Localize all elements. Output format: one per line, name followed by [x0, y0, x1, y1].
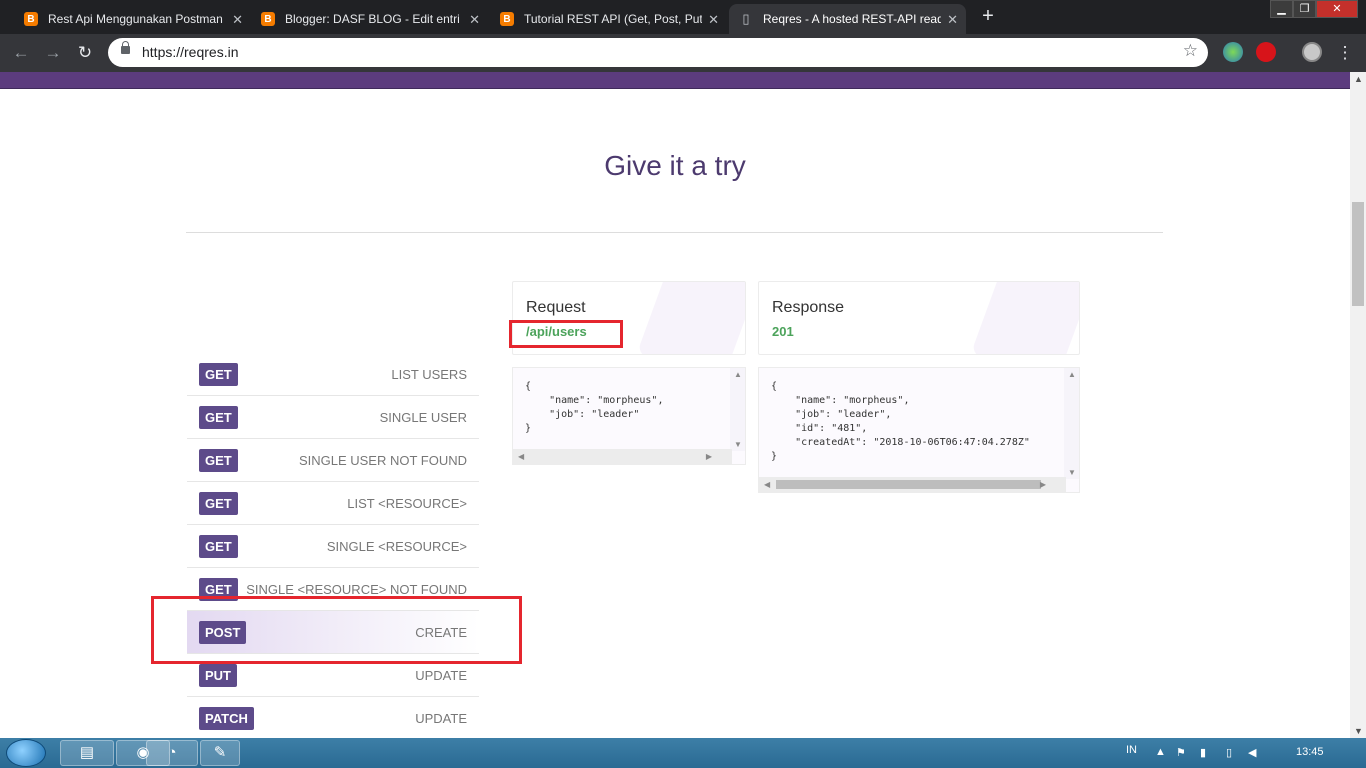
method-badge: PATCH [199, 707, 254, 730]
request-vscroll[interactable]: ▲ ▼ [730, 368, 745, 451]
close-tab-icon[interactable]: ✕ [708, 12, 719, 28]
blogger-icon: B [24, 12, 38, 26]
scroll-right-arrow-icon[interactable]: ▶ [1040, 480, 1046, 489]
extension-red-icon[interactable] [1256, 42, 1276, 62]
browser-tab[interactable]: B Blogger: DASF BLOG - Edit entri ✕ [251, 4, 488, 34]
card-decoration [970, 282, 1079, 354]
back-icon[interactable]: ← [10, 42, 32, 64]
response-body[interactable]: { "name": "morpheus", "job": "leader", "… [758, 367, 1080, 493]
request-title: Request [526, 299, 586, 316]
browser-tab[interactable]: B Tutorial REST API (Get, Post, Put, ✕ [490, 4, 727, 34]
page-scrollbar[interactable]: ▲ ▼ [1350, 72, 1366, 738]
highlight-box-request-path [509, 320, 623, 348]
endpoint-label: SINGLE USER NOT FOUND [298, 453, 467, 468]
start-button[interactable] [6, 739, 46, 767]
method-badge: GET [199, 535, 238, 558]
endpoint-single-resource[interactable]: GET SINGLE <RESOURCE> [187, 525, 479, 568]
scroll-up-arrow-icon[interactable]: ▲ [1354, 74, 1363, 84]
blogger-icon: B [500, 12, 514, 26]
paint-icon[interactable]: ✎ [200, 740, 240, 766]
tab-title: Reqres - A hosted REST-API ready [763, 12, 941, 26]
response-vscroll[interactable]: ▲ ▼ [1064, 368, 1079, 479]
scroll-left-arrow-icon[interactable]: ◀ [764, 480, 770, 489]
endpoint-label: LIST USERS [391, 367, 467, 382]
highlight-box-create [151, 596, 522, 664]
response-card: Response 201 [758, 281, 1080, 355]
card-decoration [636, 282, 745, 354]
windows-taskbar: ▤ ◉ ◔ ✎ IN ▲ ⚑ ▮ ▯ ◀ 13:45 [0, 738, 1366, 768]
battery-icon[interactable]: ▯ [1226, 746, 1232, 759]
hscroll-thumb[interactable] [776, 480, 1041, 489]
endpoint-label: SINGLE <RESOURCE> NOT FOUND [246, 582, 467, 597]
tab-title: Blogger: DASF BLOG - Edit entri [285, 12, 460, 26]
volume-muted-icon[interactable]: ◀ [1248, 746, 1256, 759]
endpoint-label: UPDATE [415, 711, 467, 726]
url-text: https://reqres.in [142, 44, 239, 60]
profile-avatar[interactable] [1302, 42, 1322, 62]
lock-icon [121, 41, 130, 54]
document-icon: ▯ [742, 11, 750, 26]
method-badge: PUT [199, 664, 237, 687]
response-status: 201 [772, 324, 794, 339]
extension-globe-icon[interactable] [1223, 42, 1243, 62]
network-error-icon[interactable]: ⚑ [1176, 746, 1186, 759]
blogger-icon: B [261, 12, 275, 26]
endpoint-label: UPDATE [415, 668, 467, 683]
method-badge: GET [199, 492, 238, 515]
browser-toolbar: ← → ↻ https://reqres.in ☆ ⋮ [0, 34, 1366, 72]
request-body[interactable]: { "name": "morpheus", "job": "leader" } … [512, 367, 746, 465]
scroll-right-arrow-icon[interactable]: ▶ [706, 452, 712, 461]
scroll-down-arrow-icon[interactable]: ▼ [1068, 468, 1076, 477]
scroll-left-arrow-icon[interactable]: ◀ [518, 452, 524, 461]
bookmark-star-icon[interactable]: ☆ [1183, 41, 1198, 61]
response-json: { "name": "morpheus", "job": "leader", "… [771, 381, 1030, 462]
request-hscroll[interactable]: ◀ ▶ [513, 449, 732, 464]
show-hidden-icons[interactable]: ▲ [1155, 746, 1166, 758]
menu-kebab-icon[interactable]: ⋮ [1334, 42, 1356, 64]
method-badge: GET [199, 449, 238, 472]
endpoint-list-resource[interactable]: GET LIST <RESOURCE> [187, 482, 479, 525]
forward-icon[interactable]: → [42, 42, 64, 64]
endpoint-label: LIST <RESOURCE> [347, 496, 467, 511]
tab-strip: B Rest Api Menggunakan Postman ✕ B Blogg… [0, 0, 1366, 34]
scroll-up-arrow-icon[interactable]: ▲ [734, 370, 742, 379]
close-window-button[interactable]: ✕ [1316, 0, 1358, 18]
postman-icon[interactable]: ◔ [146, 740, 198, 766]
address-bar[interactable]: https://reqres.in ☆ [108, 38, 1208, 67]
language-indicator[interactable]: IN [1126, 744, 1137, 756]
tab-title: Rest Api Menggunakan Postman [48, 12, 223, 26]
signal-icon[interactable]: ▮ [1200, 746, 1206, 759]
site-header-strip [0, 72, 1350, 89]
scroll-up-arrow-icon[interactable]: ▲ [1068, 370, 1076, 379]
endpoint-list-users[interactable]: GET LIST USERS [187, 353, 479, 396]
new-tab-button[interactable]: + [977, 6, 999, 28]
restore-button[interactable]: ❐ [1293, 0, 1316, 18]
response-hscroll[interactable]: ◀ ▶ [759, 477, 1066, 492]
file-explorer-icon[interactable]: ▤ [60, 740, 114, 766]
method-badge: GET [199, 363, 238, 386]
browser-tab-active[interactable]: ▯ Reqres - A hosted REST-API ready ✕ [729, 4, 966, 34]
request-json: { "name": "morpheus", "job": "leader" } [525, 381, 664, 434]
scroll-down-arrow-icon[interactable]: ▼ [734, 440, 742, 449]
endpoint-update-patch[interactable]: PATCH UPDATE [187, 697, 479, 740]
scroll-down-arrow-icon[interactable]: ▼ [1354, 726, 1363, 736]
method-badge: GET [199, 406, 238, 429]
close-tab-icon[interactable]: ✕ [232, 12, 243, 28]
divider [186, 232, 1163, 233]
clock[interactable]: 13:45 [1296, 746, 1324, 758]
scroll-thumb[interactable] [1352, 202, 1364, 306]
endpoint-label: SINGLE <RESOURCE> [326, 539, 467, 554]
close-tab-icon[interactable]: ✕ [469, 12, 480, 28]
endpoint-single-user-not-found[interactable]: GET SINGLE USER NOT FOUND [187, 439, 479, 482]
minimize-button[interactable]: ▁ [1270, 0, 1293, 18]
section-title: Give it a try [604, 150, 746, 181]
browser-tab[interactable]: B Rest Api Menggunakan Postman ✕ [14, 4, 251, 34]
endpoint-label: SINGLE USER [379, 410, 467, 425]
response-title: Response [772, 299, 845, 316]
close-tab-icon[interactable]: ✕ [947, 12, 958, 28]
reload-icon[interactable]: ↻ [74, 42, 96, 64]
tab-title: Tutorial REST API (Get, Post, Put, [524, 12, 702, 26]
endpoint-single-user[interactable]: GET SINGLE USER [187, 396, 479, 439]
